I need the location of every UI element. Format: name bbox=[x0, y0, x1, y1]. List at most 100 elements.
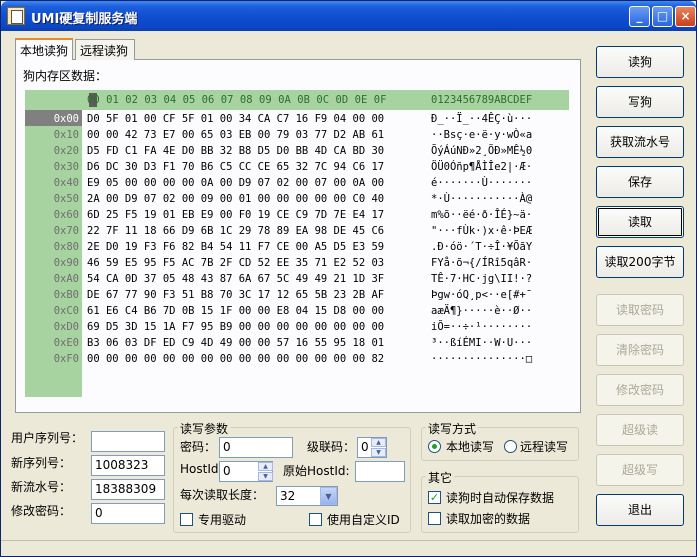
row-hex[interactable]: DE 67 77 90 F3 51 B8 70 3C 17 12 65 5B 2… bbox=[87, 289, 384, 301]
maximize-button[interactable]: □ bbox=[652, 6, 673, 27]
password-label: 密码： bbox=[180, 440, 217, 454]
row-hex[interactable]: 61 E6 C4 B6 7D 0B 15 1F 00 00 E8 04 15 D… bbox=[87, 305, 384, 317]
row-hex[interactable]: 46 59 E5 95 F5 AC 7B 2F CD 52 EE 35 71 E… bbox=[87, 257, 384, 269]
row-offset: 0x80 bbox=[53, 241, 79, 253]
read-length-label: 每次读取长度： bbox=[180, 488, 265, 502]
local-rw-label: 本地读写 bbox=[446, 440, 495, 454]
rw-params-title: 读写参数 bbox=[178, 420, 231, 437]
new-flow-field[interactable]: 18388309 bbox=[91, 479, 165, 500]
write-dongle-button[interactable]: 写狗 bbox=[596, 86, 684, 118]
row-ascii[interactable]: Ð_··Ï_··4ÊÇ·ù··· bbox=[431, 113, 532, 125]
remote-rw-label: 远程读写 bbox=[520, 440, 569, 454]
tab-remote-read[interactable]: 远程读狗 bbox=[75, 39, 135, 60]
encrypted-checkbox[interactable] bbox=[428, 512, 441, 525]
row-hex[interactable]: E9 05 00 00 00 00 0A 00 D9 07 02 00 07 0… bbox=[87, 177, 384, 189]
row-hex[interactable]: 54 CA 0D 37 05 48 43 87 6A 67 5C 49 49 2… bbox=[87, 273, 384, 285]
row-hex[interactable]: 2A 00 D9 07 02 00 09 00 01 00 00 00 00 0… bbox=[87, 193, 384, 205]
dedicated-driver-label: 专用驱动 bbox=[198, 513, 247, 527]
read-button[interactable]: 读取 bbox=[596, 206, 684, 238]
autosave-checkbox[interactable]: ✓ bbox=[428, 491, 441, 504]
app-icon bbox=[7, 7, 25, 25]
clear-password-button[interactable]: 清除密码 bbox=[596, 334, 684, 366]
row-ascii[interactable]: é·······Ù······· bbox=[431, 177, 532, 189]
local-rw-radio[interactable] bbox=[428, 440, 441, 453]
row-offset: 0xA0 bbox=[53, 273, 79, 285]
row-ascii[interactable]: FYå·õ¬{/ÍRî5qâR· bbox=[431, 257, 532, 269]
exit-button[interactable]: 退出 bbox=[596, 494, 684, 526]
row-hex[interactable]: 22 7F 11 18 66 D9 6B 1C 29 78 89 EA 98 D… bbox=[87, 225, 384, 237]
read-password-button[interactable]: 读取密码 bbox=[596, 294, 684, 326]
minimize-button[interactable]: _ bbox=[629, 6, 650, 27]
dedicated-driver-checkbox[interactable] bbox=[180, 513, 193, 526]
row-ascii[interactable]: TÊ·7·HC·jg\II!·? bbox=[431, 273, 532, 285]
new-serial-field[interactable]: 1008323 bbox=[91, 455, 165, 476]
user-serial-label: 用户序列号： bbox=[11, 431, 84, 445]
row-ascii[interactable]: ··Bsç·e·ë·y·wÒ«a bbox=[431, 129, 532, 141]
super-write-button[interactable]: 超级写 bbox=[596, 454, 684, 486]
hostid-spinner[interactable]: ▲ ▼ bbox=[258, 462, 273, 481]
row-offset: 0x60 bbox=[53, 209, 79, 221]
row-offset: 0x20 bbox=[53, 145, 79, 157]
encrypted-label: 读取加密的数据 bbox=[446, 512, 531, 526]
row-ascii[interactable]: ³··ßíÉMI··W·U··· bbox=[431, 337, 532, 349]
custom-id-checkbox[interactable] bbox=[309, 513, 322, 526]
change-password-field[interactable]: 0 bbox=[91, 503, 165, 524]
rw-mode-title: 读写方式 bbox=[426, 420, 479, 437]
row-ascii[interactable]: *·Ù···········À@ bbox=[431, 193, 532, 205]
level-code-label: 级联码： bbox=[307, 440, 356, 454]
app-window: UMI硬复制服务端 _ □ × 本地读狗 远程读狗 狗内存区数据： 00 01 … bbox=[0, 0, 697, 557]
row-offset: 0xB0 bbox=[53, 289, 79, 301]
row-hex[interactable]: 2E D0 19 F3 F6 82 B4 54 11 F7 CE 00 A5 D… bbox=[87, 241, 384, 253]
row-ascii[interactable]: "···fÙk·)x·ê·ÞEÆ bbox=[431, 225, 532, 237]
title-bar[interactable]: UMI硬复制服务端 _ □ × bbox=[1, 1, 696, 31]
read-dongle-button[interactable]: 读狗 bbox=[596, 46, 684, 78]
spin-down-icon[interactable]: ▼ bbox=[371, 448, 386, 457]
row-ascii[interactable]: iÕ=··÷·¹········ bbox=[431, 321, 532, 333]
row-ascii[interactable]: Þgw·óQ¸p<··e[#+¯ bbox=[431, 289, 532, 301]
row-offset: 0xC0 bbox=[53, 305, 79, 317]
row-hex[interactable]: 00 00 00 00 00 00 00 00 00 00 00 00 00 0… bbox=[87, 353, 384, 365]
row-hex[interactable]: D6 DC 30 D3 F1 70 B6 C5 CC CE 65 32 7C 9… bbox=[87, 161, 384, 173]
row-offset: 0xF0 bbox=[53, 353, 79, 365]
row-hex[interactable]: 69 D5 3D 15 1A F7 95 B9 00 00 00 00 00 0… bbox=[87, 321, 384, 333]
super-read-button[interactable]: 超级读 bbox=[596, 414, 684, 446]
spin-up-icon[interactable]: ▲ bbox=[258, 462, 273, 471]
row-hex[interactable]: D5 FD C1 FA 4E D0 BB 32 B8 D5 D0 BB 4D C… bbox=[87, 145, 384, 157]
get-serial-button[interactable]: 获取流水号 bbox=[596, 126, 684, 158]
read-200-bytes-button[interactable]: 读取200字节 bbox=[596, 246, 684, 278]
new-flow-label: 新流水号： bbox=[11, 480, 72, 494]
new-serial-label: 新序列号： bbox=[11, 456, 72, 470]
row-hex[interactable]: 00 00 42 73 E7 00 65 03 EB 00 79 03 77 D… bbox=[87, 129, 384, 141]
row-hex[interactable]: 6D 25 F5 19 01 EB E9 00 F0 19 CE C9 7D 7… bbox=[87, 209, 384, 221]
orig-hostid-field[interactable] bbox=[355, 461, 405, 482]
spin-down-icon[interactable]: ▼ bbox=[258, 472, 273, 481]
close-button[interactable]: × bbox=[675, 6, 696, 27]
row-offset: 0x50 bbox=[53, 193, 79, 205]
row-hex[interactable]: D0 5F 01 00 CF 5F 01 00 34 CA C7 16 F9 0… bbox=[87, 113, 384, 125]
row-ascii[interactable]: ···············□ bbox=[431, 353, 532, 365]
window-title: UMI硬复制服务端 bbox=[31, 12, 138, 27]
row-offset: 0xE0 bbox=[53, 337, 79, 349]
row-ascii[interactable]: ÕýÁúNÐ»2¸ÕÐ»MÊ½0 bbox=[431, 145, 532, 157]
orig-hostid-label: 原始HostId: bbox=[283, 464, 350, 478]
row-ascii[interactable]: aæÄ¶}·····è··Ø·· bbox=[431, 305, 532, 317]
change-password-label: 修改密码： bbox=[11, 504, 72, 518]
row-ascii[interactable]: .Ð·óö·´T·÷Î·¥ÕãY bbox=[431, 241, 532, 253]
tab-local-read[interactable]: 本地读狗 bbox=[15, 38, 73, 60]
chevron-down-icon[interactable]: ▼ bbox=[320, 487, 337, 505]
user-serial-field[interactable] bbox=[91, 431, 165, 452]
row-offset: 0x10 bbox=[53, 129, 79, 141]
remote-rw-radio[interactable] bbox=[504, 440, 517, 453]
level-code-spinner[interactable]: ▲ ▼ bbox=[371, 438, 386, 457]
row-hex[interactable]: B3 06 03 DF ED C9 4D 49 00 00 57 16 55 9… bbox=[87, 337, 384, 349]
row-offset: 0xD0 bbox=[53, 321, 79, 333]
change-password-button[interactable]: 修改密码 bbox=[596, 374, 684, 406]
row-ascii[interactable]: ÖÜ0Óñp¶ÅÌÎe2|·Æ· bbox=[431, 161, 532, 173]
row-ascii[interactable]: m%õ··ëé·ð·ÎÉ}~ä· bbox=[431, 209, 532, 221]
row-offset: 0x30 bbox=[53, 161, 79, 173]
memory-area-label: 狗内存区数据： bbox=[23, 69, 108, 83]
save-button[interactable]: 保存 bbox=[596, 166, 684, 198]
row-offset: 0x40 bbox=[53, 177, 79, 189]
password-field[interactable]: 0 bbox=[219, 437, 293, 458]
spin-up-icon[interactable]: ▲ bbox=[371, 438, 386, 447]
